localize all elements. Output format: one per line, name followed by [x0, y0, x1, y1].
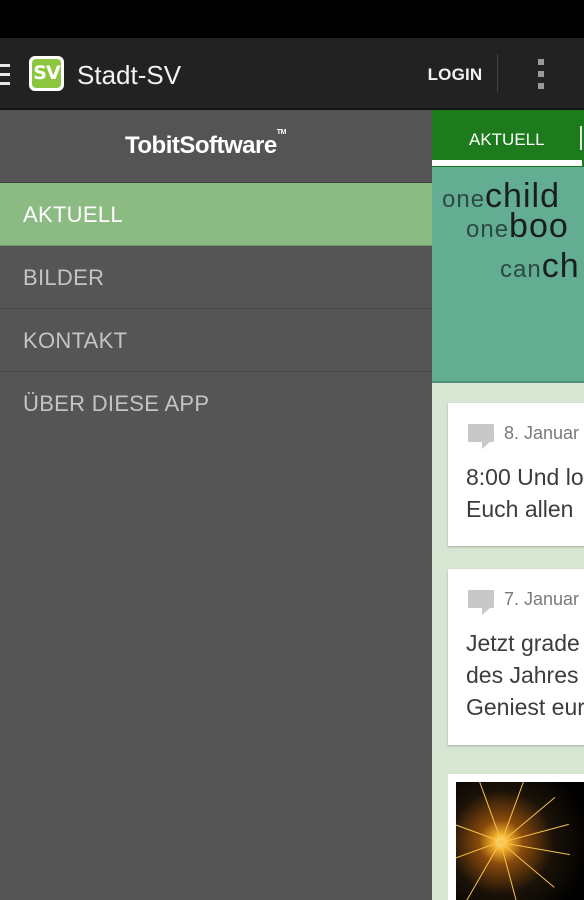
brand-trademark: TM — [276, 129, 287, 136]
comment-icon — [468, 424, 494, 449]
action-bar-divider — [497, 54, 498, 92]
nav-item-label: BILDER — [23, 265, 105, 290]
tab-aktuell[interactable]: AKTUELL — [469, 130, 545, 150]
app-logo-text: SV — [32, 59, 61, 88]
post-text-line: des Jahres — [466, 662, 579, 688]
status-bar — [0, 0, 584, 38]
nav-item-aktuell[interactable]: AKTUELL — [0, 183, 432, 246]
banner-text: ch — [541, 247, 580, 285]
sparkler-photo — [456, 782, 584, 900]
app-logo-icon[interactable]: SV — [29, 56, 64, 91]
post-text: Jetzt grade des Jahres Geniest eur — [466, 627, 584, 723]
nav-item-label: KONTAKT — [23, 328, 128, 353]
banner-text: can — [500, 256, 542, 283]
banner-text: one — [466, 216, 510, 243]
main-content: AKTUELL onechild oneboo canch 8. Januar … — [432, 110, 584, 900]
nav-item-bilder[interactable]: BILDER — [0, 246, 432, 309]
nav-item-ueber-diese-app[interactable]: ÜBER DIESE APP — [0, 372, 432, 435]
action-bar: SV Stadt-SV LOGIN — [0, 38, 584, 110]
post-text-line: Geniest eur — [466, 694, 584, 720]
post-text: 8:00 Und lo Euch allen — [466, 461, 584, 525]
hamburger-icon[interactable] — [0, 64, 10, 86]
nav-item-label: ÜBER DIESE APP — [23, 391, 210, 416]
photo-card[interactable] — [448, 774, 584, 900]
post-card[interactable]: 7. Januar Jetzt grade des Jahres Geniest… — [448, 569, 584, 745]
brand-name: TobitSoftware — [125, 132, 277, 159]
post-text-line: Euch allen — [466, 496, 574, 522]
post-date: 8. Januar — [504, 423, 580, 443]
navigation-drawer: TobitSoftwareTM AKTUELL BILDER KONTAKT Ü… — [0, 110, 432, 900]
tab-separator — [580, 126, 582, 150]
post-text-line: Jetzt grade — [466, 630, 580, 656]
post-date: 7. Januar — [504, 589, 580, 609]
nav-item-kontakt[interactable]: KONTAKT — [0, 309, 432, 372]
tab-bar: AKTUELL — [432, 110, 584, 167]
tab-indicator — [432, 160, 582, 166]
tobit-software-logo: TobitSoftwareTM — [125, 129, 287, 160]
banner-text: boo — [509, 207, 569, 245]
login-button[interactable]: LOGIN — [418, 62, 492, 88]
post-text-line: 8:00 Und lo — [466, 464, 584, 490]
banner-image: onechild oneboo canch — [432, 167, 584, 383]
app-title[interactable]: Stadt-SV — [77, 60, 181, 90]
drawer-header: TobitSoftwareTM — [0, 110, 432, 183]
comment-icon — [468, 590, 494, 615]
nav-item-label: AKTUELL — [23, 202, 123, 227]
post-card[interactable]: 8. Januar 8:00 Und lo Euch allen — [448, 403, 584, 546]
overflow-menu-icon[interactable] — [528, 56, 554, 92]
